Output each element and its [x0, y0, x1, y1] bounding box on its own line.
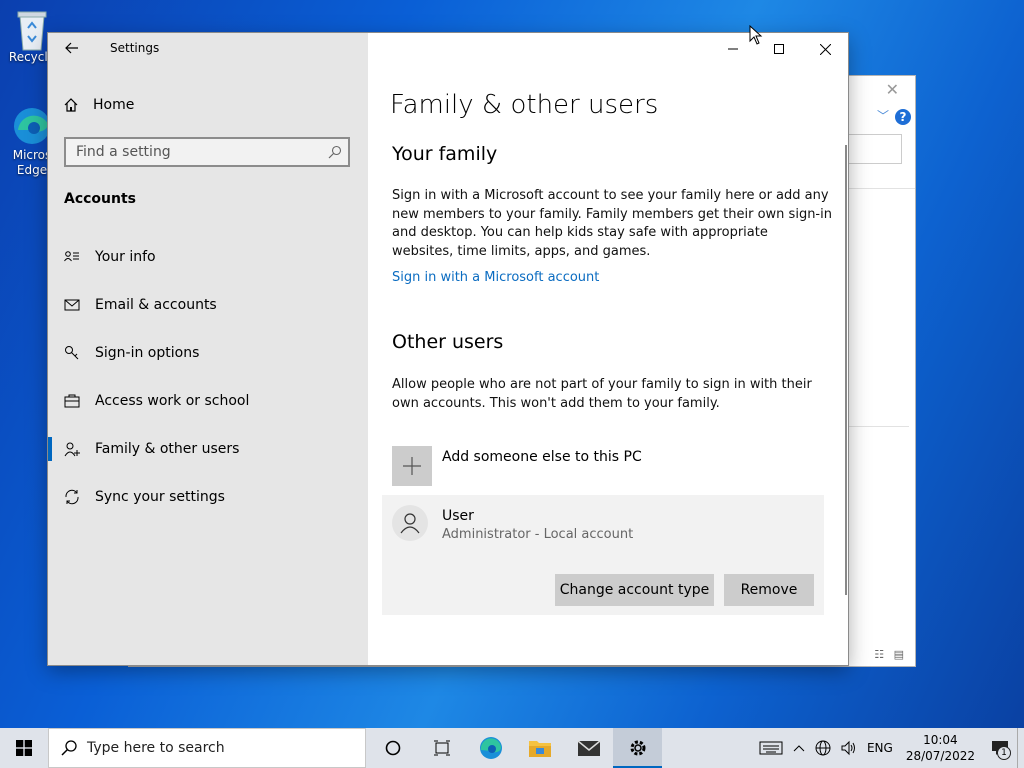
recycle-bin-icon [12, 8, 52, 51]
system-tray: ENG 10:04 28/07/2022 1 [754, 728, 1024, 768]
clock[interactable]: 10:04 28/07/2022 [906, 732, 975, 764]
chevron-up-icon[interactable] [793, 744, 805, 752]
sidebar-item-sign-in[interactable]: Sign-in options [48, 329, 368, 377]
language-indicator[interactable]: ENG [867, 741, 893, 755]
help-icon[interactable]: ? [895, 109, 911, 125]
scrollbar[interactable] [845, 145, 847, 595]
sidebar-nav: Your info Email & accounts Sign-in optio… [48, 233, 368, 521]
edge-taskbar-button[interactable] [466, 728, 515, 768]
home-nav[interactable]: Home [63, 97, 134, 113]
taskbar-pinned-apps [368, 728, 662, 768]
sidebar-item-label: Sign-in options [95, 345, 200, 361]
back-arrow-icon[interactable] [64, 40, 80, 56]
edge-icon [479, 737, 502, 759]
plus-icon [392, 446, 432, 486]
mail-icon [64, 299, 80, 311]
chevron-down-icon[interactable]: ﹀ [877, 107, 889, 124]
clock-time: 10:04 [923, 733, 958, 747]
gear-icon [630, 740, 645, 756]
cortana-icon [385, 740, 400, 756]
background-field[interactable] [841, 134, 902, 164]
active-indicator [48, 437, 52, 461]
search-icon[interactable] [328, 145, 342, 159]
edge-icon [12, 106, 52, 146]
your-family-heading: Your family [392, 143, 498, 165]
other-users-heading: Other users [392, 331, 504, 353]
user-account-card[interactable]: User Administrator - Local account Chang… [382, 495, 824, 615]
sidebar: Settings Home Find a setting Accounts Yo… [48, 33, 368, 665]
clock-date: 28/07/2022 [905, 749, 975, 763]
user-role: Administrator - Local account [442, 527, 634, 542]
find-setting-input[interactable]: Find a setting [64, 137, 350, 167]
cortana-button[interactable] [368, 728, 417, 768]
home-icon [64, 98, 78, 112]
taskbar-search-box[interactable]: Type here to search [48, 728, 366, 768]
add-someone-button[interactable]: Add someone else to this PC [392, 446, 642, 486]
search-icon [61, 740, 77, 756]
view-mode-icons[interactable]: ☷ ▤ [874, 648, 907, 661]
person-add-icon [64, 442, 80, 457]
key-icon [65, 346, 79, 360]
remove-button[interactable]: Remove [724, 574, 814, 606]
sidebar-item-your-info[interactable]: Your info [48, 233, 368, 281]
main-content: Family & other users Your family Sign in… [368, 33, 848, 665]
task-view-button[interactable] [417, 728, 466, 768]
sidebar-item-label: Email & accounts [95, 297, 217, 313]
page-title: Family & other users [390, 90, 659, 120]
taskbar: Type here to search ENG 10:04 28/07/2022… [0, 728, 1024, 768]
briefcase-icon [64, 394, 80, 408]
folder-icon [528, 741, 551, 757]
taskbar-search-placeholder: Type here to search [87, 740, 225, 756]
person-icon [400, 513, 420, 534]
mail-taskbar-button[interactable] [564, 728, 613, 768]
mouse-cursor-icon [749, 25, 763, 45]
settings-window: Settings Home Find a setting Accounts Yo… [48, 33, 848, 665]
sidebar-item-label: Family & other users [95, 441, 240, 457]
sidebar-item-family[interactable]: Family & other users [48, 425, 368, 473]
your-family-description: Sign in with a Microsoft account to see … [392, 188, 832, 259]
show-desktop-button[interactable] [1017, 728, 1024, 768]
close-icon[interactable]: ✕ [886, 80, 899, 99]
notification-count: 1 [997, 746, 1011, 760]
search-placeholder: Find a setting [76, 144, 171, 160]
file-explorer-button[interactable] [515, 728, 564, 768]
add-someone-label: Add someone else to this PC [442, 449, 642, 465]
sidebar-item-email[interactable]: Email & accounts [48, 281, 368, 329]
touch-keyboard-icon[interactable] [759, 740, 783, 756]
sidebar-item-label: Your info [95, 249, 156, 265]
start-button[interactable] [0, 728, 48, 768]
sidebar-item-work-school[interactable]: Access work or school [48, 377, 368, 425]
section-title: Accounts [64, 191, 137, 207]
mail-icon [577, 740, 600, 756]
other-users-description: Allow people who are not part of your fa… [392, 377, 812, 411]
home-label: Home [93, 97, 135, 113]
sidebar-item-label: Sync your settings [95, 489, 225, 505]
sign-in-microsoft-link[interactable]: Sign in with a Microsoft account [392, 270, 599, 285]
change-account-type-button[interactable]: Change account type [555, 574, 714, 606]
globe-icon[interactable] [815, 740, 831, 756]
settings-taskbar-button[interactable] [613, 728, 662, 768]
sidebar-item-label: Access work or school [95, 393, 250, 409]
notification-button[interactable]: 1 [983, 728, 1017, 768]
volume-icon[interactable] [841, 740, 857, 756]
task-view-icon [433, 740, 450, 756]
avatar [392, 505, 428, 541]
window-title: Settings [110, 41, 160, 55]
sync-icon [65, 489, 79, 505]
divider [849, 188, 915, 189]
sidebar-item-sync[interactable]: Sync your settings [48, 473, 368, 521]
person-list-icon [64, 251, 79, 262]
windows-logo-icon [16, 740, 32, 756]
user-name: User [442, 508, 474, 524]
divider [849, 426, 909, 427]
